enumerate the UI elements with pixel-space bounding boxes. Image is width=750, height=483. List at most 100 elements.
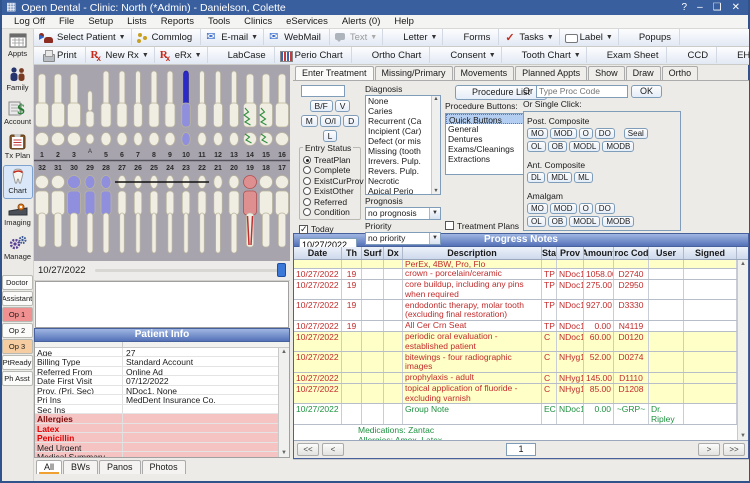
quick-proc-button[interactable]: MODL <box>569 140 601 152</box>
progress-note-row[interactable]: 10/27/2022 19 endodontic therapy, molar … <box>294 300 737 321</box>
quick-proc-button[interactable]: Seal <box>623 127 648 139</box>
toolbar-button[interactable]: Consent ▼ <box>430 47 502 64</box>
progress-note-row[interactable]: 10/27/2022 Group Note EC NDoc1 0.00 ~GRP… <box>294 404 737 426</box>
column-header[interactable]: Th <box>342 246 362 259</box>
diagnosis-listbox[interactable]: None Caries Recurrent (Ca Incipient (Car) De… <box>365 94 441 195</box>
column-header[interactable]: Amount <box>584 246 614 259</box>
window-control-button[interactable]: ? <box>682 2 688 13</box>
quick-proc-button[interactable]: OL <box>527 140 546 152</box>
toolbar-button[interactable]: Select Patient ▼ <box>37 29 132 46</box>
patient-info-row[interactable]: Pri Ins MedDent Insurance Co. <box>35 395 289 405</box>
treatment-tab[interactable]: Show <box>588 65 625 80</box>
toolbar-button[interactable]: Commlog <box>132 29 202 46</box>
diagnosis-item[interactable]: Incipient (Car) <box>366 126 430 136</box>
diagnosis-item[interactable]: Necrotic <box>366 176 430 186</box>
quick-proc-button[interactable]: MOD <box>549 202 577 214</box>
toolbar-button[interactable]: Exam Sheet <box>587 47 668 64</box>
treatment-tab[interactable]: Enter Treatment <box>295 65 374 80</box>
toolbar-button[interactable]: Ortho Chart <box>352 47 431 64</box>
toolbar-button[interactable]: E-mail ▼ <box>201 29 265 46</box>
patient-info-row[interactable]: Latex <box>35 423 289 434</box>
patient-info-row[interactable]: Med Urgent <box>35 442 289 453</box>
toolbar-button[interactable]: LabCase <box>208 47 275 64</box>
operatory-button[interactable]: Op 3 <box>1 339 33 354</box>
progress-note-row[interactable]: 10/27/2022 periodic oral evaluation - es… <box>294 331 737 353</box>
diagnosis-item[interactable]: Caries <box>366 106 430 116</box>
menu-item[interactable]: Alerts (0) <box>336 15 387 28</box>
quick-proc-button[interactable]: MODB <box>602 215 635 227</box>
patient-info-row[interactable]: Billing Type Standard Account <box>35 357 289 367</box>
toolbar-button[interactable]: WebMail <box>264 29 330 46</box>
menu-item[interactable]: Setup <box>82 15 119 28</box>
operatory-button[interactable]: Op 2 <box>1 323 33 338</box>
diagnosis-item[interactable]: Irrevers. Pulp. <box>366 156 430 166</box>
menu-item[interactable]: eServices <box>280 15 334 28</box>
toolbar-button[interactable]: New Rx ▼ <box>86 47 155 64</box>
next-page-button[interactable]: > <box>698 442 720 456</box>
column-header[interactable]: Signed <box>684 246 737 259</box>
page-number-box[interactable]: 1 <box>506 442 536 456</box>
toolbar-button[interactable]: EHR <box>717 47 750 63</box>
patient-info-row[interactable]: Date First Visit 07/12/2022 <box>35 376 289 386</box>
treatment-tab[interactable]: Planned Appts <box>515 65 588 80</box>
surface-button[interactable]: B/F <box>309 100 333 113</box>
quick-proc-button[interactable]: MODL <box>569 215 601 227</box>
quick-proc-button[interactable]: ML <box>574 171 594 183</box>
menu-item[interactable]: Tools <box>202 15 236 28</box>
menu-item[interactable]: Lists <box>121 15 153 28</box>
operatory-button[interactable]: PtReady <box>1 355 33 370</box>
treatment-tab[interactable]: Ortho <box>661 65 699 80</box>
diagnosis-item[interactable]: Revers. Pulp. <box>366 166 430 176</box>
progress-note-row[interactable]: 10/27/2022 topical application of fluori… <box>294 383 737 405</box>
menu-item[interactable]: Clinics <box>238 15 278 28</box>
progress-note-row[interactable]: 10/27/2022 19 All Cer Crn Seat TP NDoc1 … <box>294 320 737 332</box>
progress-note-row[interactable]: PerEx, 4BW, Pro, Flo <box>294 259 737 269</box>
entry-status-radio[interactable]: Condition <box>303 207 358 218</box>
patient-info-row[interactable]: Sec Ins <box>35 404 289 415</box>
quick-proc-button[interactable]: MODB <box>602 140 635 152</box>
tooth-chart-panel[interactable]: 1 2 3 A 5 6 7 8 9 10 11 12 13 14 15 16 32 31 30 29 28 27 26 25 2… <box>34 64 290 261</box>
treatment-tab[interactable]: Draw <box>625 65 661 80</box>
diagnosis-item[interactable]: Missing (tooth <box>366 146 430 156</box>
column-header[interactable]: Dx <box>384 246 403 259</box>
operatory-button[interactable]: Doctor <box>1 275 33 290</box>
treatment-tab[interactable]: Movements <box>453 65 515 80</box>
sidebar-item-family[interactable]: Family <box>3 63 33 96</box>
patient-info-row[interactable]: Prov. (Pri, Sec) NDoc1, None <box>35 385 289 396</box>
patient-info-row[interactable]: Referred From Online Ad <box>35 366 289 377</box>
quick-proc-button[interactable]: O <box>578 202 593 214</box>
surface-button[interactable]: D <box>343 115 360 128</box>
column-header[interactable]: Sta <box>542 246 557 259</box>
progress-note-row[interactable]: 10/27/2022 prophylaxis - adult C NHyg1 1… <box>294 372 737 384</box>
quick-proc-button[interactable]: O <box>578 127 593 139</box>
entry-status-radio[interactable]: Complete <box>303 165 358 176</box>
window-control-button[interactable]: ❑ <box>713 2 722 13</box>
patient-info-row[interactable]: Age 27 <box>35 347 289 358</box>
quick-proc-button[interactable]: OL <box>527 215 546 227</box>
progress-note-row[interactable]: 10/27/2022 bitewings - four radiographic… <box>294 352 737 373</box>
date-slider-handle[interactable] <box>277 262 286 277</box>
diagnosis-scrollbar[interactable]: ▲ ▼ <box>431 95 440 194</box>
menu-item[interactable]: File <box>53 15 80 28</box>
sidebar-item-imaging[interactable]: Imaging <box>3 200 33 231</box>
quick-proc-button[interactable]: MO <box>527 127 548 139</box>
column-header[interactable]: Description <box>403 246 542 259</box>
tooth-chart-svg[interactable]: 1 2 3 A 5 6 7 8 9 10 11 12 13 14 15 1632 31 30 29 28 27 26 25 2… <box>34 65 290 261</box>
tooth-number-input[interactable] <box>301 84 345 97</box>
menu-item[interactable]: Help <box>388 15 420 28</box>
quick-proc-button[interactable]: DL <box>527 171 546 183</box>
sidebar-item-manage[interactable]: Manage <box>3 232 33 265</box>
last-page-button[interactable]: >> <box>723 442 745 456</box>
patient-info-row[interactable]: Medical Summary <box>35 452 289 457</box>
image-tab[interactable]: BWs <box>63 459 99 474</box>
toolbar-button[interactable]: Tooth Chart ▼ <box>502 47 587 64</box>
quick-proc-button[interactable]: OB <box>547 215 568 227</box>
patient-info-scrollbar[interactable]: ▲ ▼ <box>278 347 289 457</box>
image-tab[interactable]: All <box>36 459 63 474</box>
proc-code-input[interactable] <box>536 84 628 98</box>
today-checkbox-row[interactable]: Today <box>299 224 361 235</box>
column-header[interactable]: Proc Code <box>614 246 649 259</box>
menu-item[interactable]: Reports <box>155 15 200 28</box>
toolbar-button[interactable]: Perio Chart <box>275 47 352 64</box>
column-header[interactable]: Date <box>294 246 342 259</box>
